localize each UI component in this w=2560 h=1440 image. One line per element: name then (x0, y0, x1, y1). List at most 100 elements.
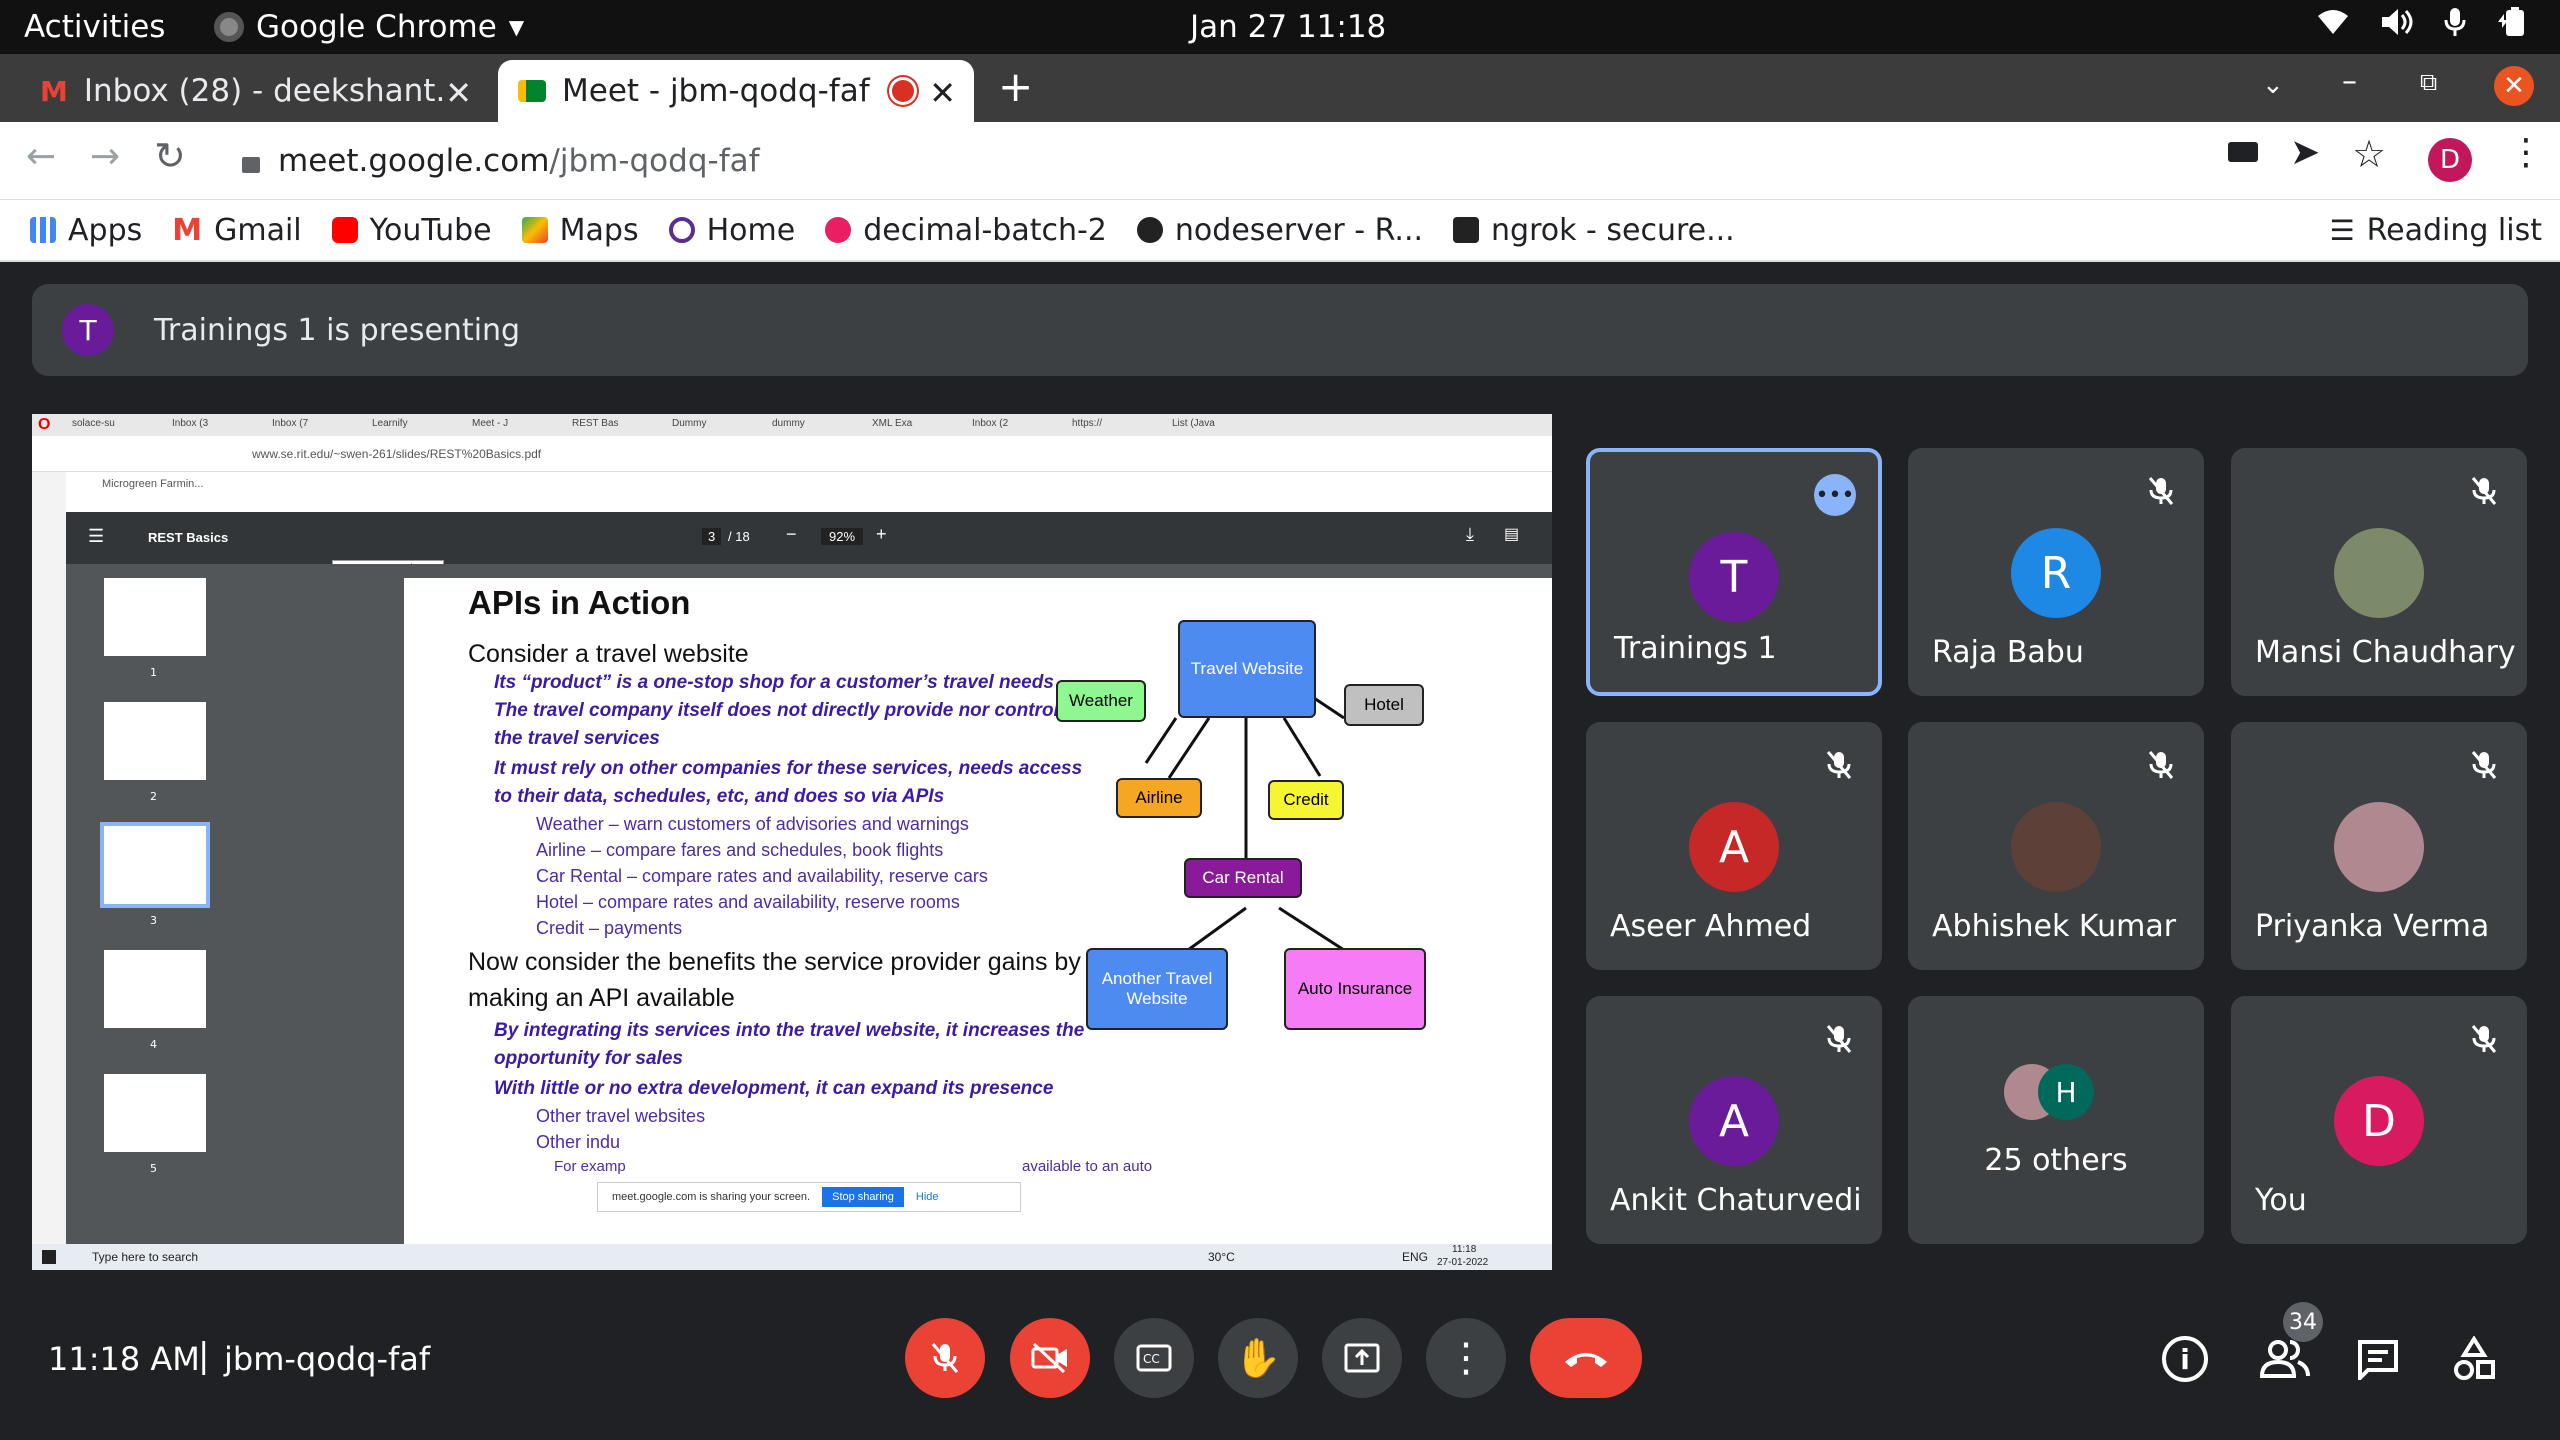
inner-tab[interactable]: Inbox (3 (172, 418, 256, 429)
navigation-bar: ← → ↻ meet.google.com/jbm-qodq-faf ➤ ☆ D… (0, 122, 2560, 200)
participant-tile[interactable]: T Trainings 1 ••• (1586, 448, 1882, 696)
inner-tab[interactable]: https:// (1072, 418, 1156, 429)
inner-tab[interactable]: Learnify (372, 418, 456, 429)
close-tab-icon[interactable]: ✕ (445, 74, 472, 112)
back-icon[interactable]: ← (26, 136, 56, 177)
inner-tab[interactable]: XML Exa (872, 418, 956, 429)
pdf-thumbnail[interactable]: 5 (104, 1074, 206, 1175)
bookmark-gmail[interactable]: M Gmail (172, 213, 301, 248)
hide-button[interactable]: Hide (916, 1191, 939, 1203)
pdf-viewer: APIs in Action Consider a travel website… (244, 564, 1552, 1258)
more-options-button[interactable]: ⋮ (1426, 1318, 1506, 1398)
stop-sharing-button[interactable]: Stop sharing (822, 1187, 904, 1207)
bookmark-apps[interactable]: Apps (30, 213, 142, 248)
people-button[interactable] (2258, 1336, 2312, 1382)
mic-muted-icon (2463, 744, 2505, 786)
pdf-thumbnail[interactable]: 2 (104, 702, 206, 803)
participant-tile[interactable]: Priyanka Verma (2231, 722, 2527, 970)
github-icon (1136, 217, 1163, 243)
participant-avatar (2334, 802, 2424, 892)
pdf-thumbnail[interactable]: 1 (104, 578, 206, 679)
bookmark-label: Gmail (214, 212, 302, 248)
chat-button[interactable] (2356, 1338, 2400, 1384)
tab-gmail[interactable]: M Inbox (28) - deekshant.sin ✕ (20, 60, 490, 122)
reload-icon[interactable]: ↻ (154, 134, 186, 178)
address-bar[interactable]: meet.google.com/jbm-qodq-faf (222, 130, 2222, 192)
camera-blocked-icon[interactable] (2228, 142, 2258, 162)
participant-tile[interactable]: Abhishek Kumar (1908, 722, 2204, 970)
activities-button[interactable]: Activities (24, 9, 165, 45)
inner-tab[interactable]: List (Java (1172, 418, 1256, 429)
clock[interactable]: Jan 27 11:18 (1190, 9, 1386, 45)
more-options-icon[interactable]: ••• (1814, 474, 1856, 516)
sharing-text: meet.google.com is sharing your screen. (612, 1191, 811, 1203)
inner-tab[interactable]: Dummy (672, 418, 756, 429)
app-menu[interactable]: Google Chrome ▼ (214, 9, 524, 45)
bookmark-nodeserver[interactable]: nodeserver - R... (1136, 213, 1423, 248)
bookmark-home[interactable]: Home (668, 212, 796, 248)
download-icon[interactable]: ⤓ (1466, 524, 1474, 545)
pdf-thumbnail[interactable]: 3 (100, 822, 210, 927)
windows-start-icon[interactable] (42, 1250, 56, 1264)
participant-tile[interactable]: R Raja Babu (1908, 448, 2204, 696)
send-icon[interactable]: ➤ (2290, 132, 2320, 173)
taskbar-date: 27-01-2022 (1437, 1257, 1489, 1268)
new-tab-button[interactable]: + (998, 62, 1033, 111)
inner-tab[interactable]: solace-su (72, 418, 156, 429)
meeting-code[interactable]: jbm-qodq-faf (224, 1340, 430, 1378)
pdf-zoom[interactable]: 92% (821, 528, 864, 545)
forward-icon[interactable]: → (90, 136, 120, 177)
activities-panel-button[interactable] (2452, 1335, 2496, 1386)
reading-list-button[interactable]: ☰ Reading list (2330, 213, 2542, 248)
participant-tile[interactable]: A Ankit Chaturvedi (1586, 996, 1882, 1244)
raise-hand-button[interactable]: ✋ (1218, 1318, 1298, 1398)
system-tray[interactable] (2316, 6, 2536, 38)
participant-tile[interactable]: H 25 others (1908, 996, 2204, 1244)
close-tab-icon[interactable]: ✕ (929, 74, 956, 112)
inner-tab[interactable]: Meet - J (472, 418, 556, 429)
inner-tab[interactable]: dummy (772, 418, 856, 429)
present-button[interactable] (1322, 1318, 1402, 1398)
activities-shapes-icon (2454, 1335, 2495, 1380)
zoom-out-icon[interactable]: − (786, 524, 797, 545)
profile-avatar[interactable]: D (2428, 138, 2472, 182)
presenting-text: Trainings 1 is presenting (154, 312, 521, 348)
taskbar-search[interactable]: Type here to search (92, 1250, 392, 1264)
separator: | (198, 1336, 210, 1376)
bookmark-maps[interactable]: Maps (521, 213, 639, 248)
participant-tile[interactable]: A Aseer Ahmed (1586, 722, 1882, 970)
inner-tab[interactable]: Inbox (7 (272, 418, 356, 429)
participant-tile[interactable]: D You (2231, 996, 2527, 1244)
tab-meet[interactable]: Meet - jbm-qodq-faf ✕ (498, 60, 974, 122)
print-icon[interactable]: ▤ (1504, 524, 1519, 544)
bookmark-star-icon[interactable]: ☆ (2352, 132, 2386, 176)
pdf-thumbnail[interactable]: 4 (104, 950, 206, 1051)
mic-off-button[interactable] (905, 1318, 985, 1398)
chrome-menu-icon[interactable]: ⋮ (2508, 132, 2544, 173)
bookmark-ngrok[interactable]: ngrok - secure... (1453, 213, 1735, 248)
shared-screen[interactable]: O solace-su Inbox (3 Inbox (7 Learnify Meet … (32, 414, 1552, 1270)
pdf-page-input[interactable]: 3 (702, 528, 722, 545)
camera-off-button[interactable] (1010, 1318, 1090, 1398)
bookmark-label: Home (706, 212, 796, 248)
close-window-button[interactable]: ✕ (2494, 66, 2534, 106)
meeting-details-button[interactable]: i (2162, 1336, 2208, 1382)
pdf-toolbar: ☰ REST Basics 3 / 18 − 92% + ⤓ ▤ (66, 512, 1552, 564)
decimal-icon (825, 217, 852, 243)
participant-avatar: A (1689, 802, 1779, 892)
diagram-another-travel: Another Travel Website (1086, 948, 1228, 1030)
leave-call-button[interactable] (1530, 1318, 1642, 1398)
bookmark-decimal[interactable]: decimal-batch-2 (825, 213, 1107, 248)
restore-button[interactable]: ⧉ (2420, 68, 2437, 96)
minimize-button[interactable]: – (2342, 64, 2357, 99)
inner-tab[interactable]: Inbox (2 (972, 418, 1056, 429)
bookmark-youtube[interactable]: YouTube (331, 213, 492, 248)
recording-icon (892, 80, 914, 102)
pdf-menu-icon[interactable]: ☰ (88, 526, 104, 547)
zoom-in-icon[interactable]: + (876, 524, 887, 545)
tab-search-icon[interactable]: ⌄ (2262, 70, 2284, 100)
participant-tile[interactable]: Mansi Chaudhary (2231, 448, 2527, 696)
captions-button[interactable]: CC (1114, 1318, 1194, 1398)
inner-tab[interactable]: REST Bas (572, 418, 656, 429)
tab-title: Meet - jbm-qodq-faf (562, 73, 870, 109)
